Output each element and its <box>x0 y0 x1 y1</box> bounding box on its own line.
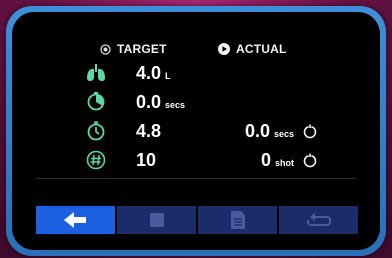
timer-icon <box>84 91 108 113</box>
stop-button[interactable] <box>117 206 196 234</box>
display-screen: TARGET ACTUAL 4.0 L 0.0 secs 4.8 0.0 sec… <box>12 12 380 250</box>
count-target-value[interactable]: 10 <box>136 149 156 171</box>
time-target-unit: secs <box>165 100 186 110</box>
duration-target-value[interactable]: 4.8 <box>136 120 161 142</box>
back-arrow-icon <box>63 212 86 228</box>
duration-actual-value: 0.0 secs <box>244 121 294 141</box>
duration-row: 4.8 0.0 secs <box>12 120 380 142</box>
hash-counter-icon <box>84 149 108 171</box>
report-button[interactable] <box>198 206 277 234</box>
count-actual-value: 0 shot <box>260 150 294 170</box>
time-row: 0.0 secs <box>12 91 380 113</box>
actual-play-icon <box>218 43 230 55</box>
stop-icon <box>149 213 164 227</box>
actual-header: ACTUAL <box>218 42 287 56</box>
count-reset-icon[interactable] <box>302 152 318 168</box>
count-row: 10 0 shot <box>12 149 380 171</box>
count-actual-unit: shot <box>275 158 294 168</box>
back-button[interactable] <box>36 206 115 234</box>
target-radio-icon <box>100 43 111 55</box>
toolbar <box>36 206 358 234</box>
divider <box>36 178 356 179</box>
repeat-icon <box>306 213 331 226</box>
duration-actual-unit: secs <box>273 129 294 139</box>
target-label: TARGET <box>117 42 167 56</box>
repeat-button[interactable] <box>279 206 358 234</box>
document-icon <box>230 211 245 229</box>
duration-reset-icon[interactable] <box>302 123 318 139</box>
stopwatch-icon <box>84 120 108 142</box>
lungs-icon <box>84 62 108 84</box>
volume-row: 4.0 L <box>12 62 380 84</box>
device-frame: TARGET ACTUAL 4.0 L 0.0 secs 4.8 0.0 sec… <box>6 6 386 256</box>
column-header: TARGET ACTUAL <box>12 42 380 58</box>
actual-label: ACTUAL <box>236 42 287 56</box>
time-target-value[interactable]: 0.0 secs <box>136 91 185 116</box>
target-header: TARGET <box>100 42 167 56</box>
volume-target-value[interactable]: 4.0 L <box>136 62 171 87</box>
volume-target-unit: L <box>165 71 171 81</box>
